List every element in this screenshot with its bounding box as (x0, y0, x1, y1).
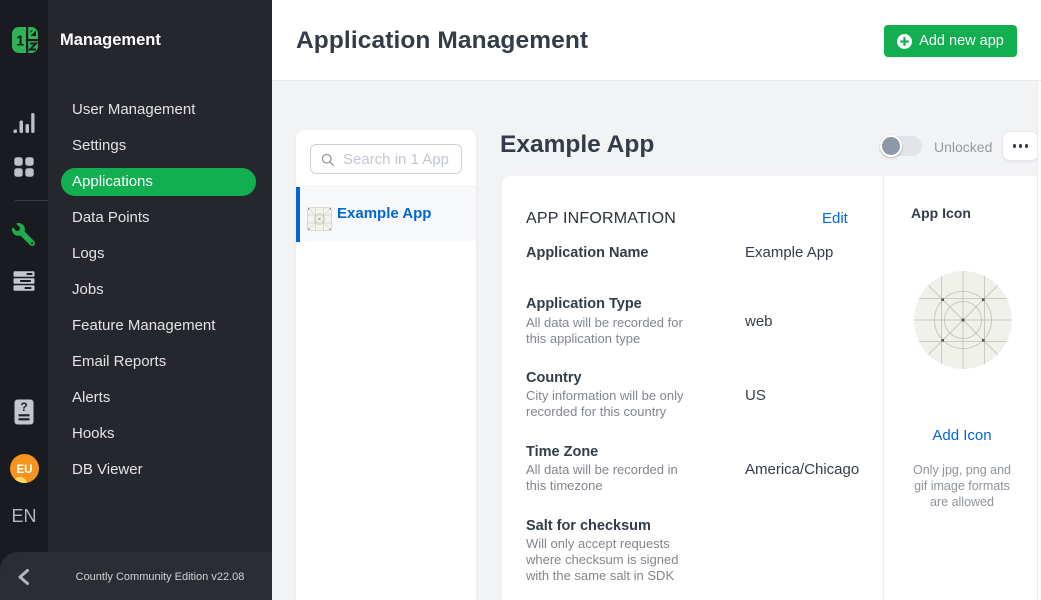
svg-text:EU: EU (17, 464, 33, 476)
svg-text:1: 1 (16, 33, 24, 50)
svg-text:?: ? (20, 400, 27, 414)
